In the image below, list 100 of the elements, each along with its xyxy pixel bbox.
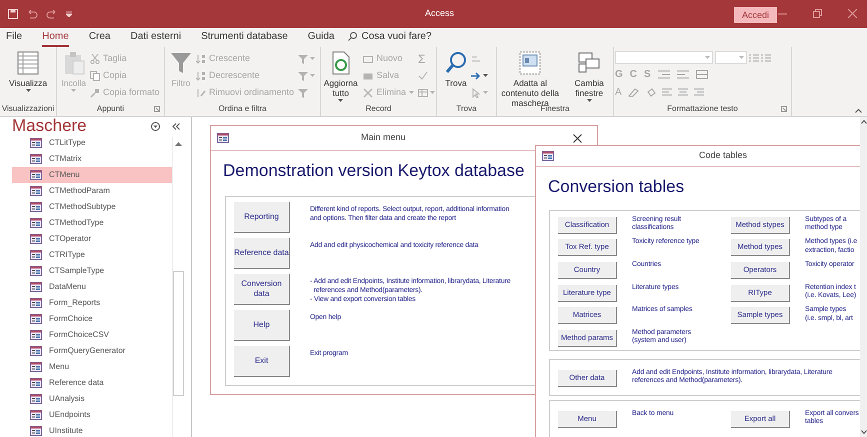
form-icon xyxy=(30,170,42,180)
datasheet-icon xyxy=(17,51,39,75)
option-button[interactable]: Reporting xyxy=(233,200,289,232)
save-icon xyxy=(8,9,18,19)
clipboard-icon xyxy=(62,51,85,75)
form-list-item[interactable]: CTLitType xyxy=(12,135,172,151)
window-title: Main menu xyxy=(361,131,406,144)
windows-icon xyxy=(578,51,600,75)
scroll-up-icon xyxy=(860,120,866,124)
sort-descending-icon xyxy=(196,71,206,81)
option-button[interactable]: Help xyxy=(233,308,289,340)
form-list-item[interactable]: CTOperator xyxy=(12,231,172,247)
ribbon-button[interactable]: Aggiorna tutto xyxy=(322,51,360,103)
caret-icon xyxy=(483,74,488,78)
form-list-item[interactable]: CTSampleType xyxy=(12,263,172,279)
form-icon xyxy=(30,154,42,164)
caret-icon xyxy=(409,91,414,95)
search-field[interactable]: Cosa vuoi fare? xyxy=(348,29,442,47)
form-list-item[interactable]: FormQueryGenerator xyxy=(12,343,172,359)
ribbon-tab[interactable]: Dati esterni xyxy=(130,30,182,47)
cross-icon xyxy=(363,88,374,98)
search-icon xyxy=(445,51,467,75)
clear-sort-icon xyxy=(196,88,206,98)
funnel-icon xyxy=(298,54,308,64)
form-icon xyxy=(30,218,42,228)
form-icon xyxy=(30,186,42,196)
form-icon xyxy=(30,266,42,276)
form-icon xyxy=(519,51,542,75)
form-list-item[interactable]: CTMenu xyxy=(12,167,172,183)
table-icon xyxy=(696,70,708,79)
form-icon xyxy=(30,298,42,308)
caret-icon xyxy=(71,89,76,93)
launcher-icon xyxy=(154,106,160,112)
form-icon xyxy=(30,138,42,148)
form-icon xyxy=(30,394,42,404)
launcher-icon xyxy=(781,106,787,112)
copy-icon xyxy=(90,71,100,81)
option-button[interactable]: Exit xyxy=(233,344,289,376)
indent-icon xyxy=(658,70,670,79)
form-list-item[interactable]: CTMethodSubtype xyxy=(12,199,172,215)
ribbon-button[interactable]: Trova xyxy=(445,51,467,88)
form-icon xyxy=(30,282,42,292)
scrollbar-thumb[interactable] xyxy=(173,271,184,396)
align-right-icon xyxy=(694,88,704,97)
sort-ascending-icon xyxy=(196,54,206,64)
paint-bucket-icon xyxy=(646,88,656,97)
size-dropdown[interactable] xyxy=(715,51,747,64)
caret-icon xyxy=(739,56,744,60)
arrow-icon xyxy=(471,71,481,81)
funnel-icon xyxy=(298,88,308,98)
ribbon-button[interactable]: Visualizza xyxy=(8,51,48,93)
form-icon xyxy=(30,314,42,324)
form-list-item[interactable]: FormChoice xyxy=(12,311,172,327)
ribbon-tab[interactable]: Crea xyxy=(88,30,110,47)
align-left-icon xyxy=(662,88,672,97)
form-list-item[interactable]: Form_Reports xyxy=(12,295,172,311)
option-button[interactable]: Reference data xyxy=(233,236,289,268)
form-icon xyxy=(30,378,42,388)
form-list-item[interactable]: CTRIType xyxy=(12,247,172,263)
ribbon-button[interactable]: Cambia finestre xyxy=(566,51,612,103)
group-label: Ordina e filtra xyxy=(218,103,267,115)
group-label: Visualizzazioni xyxy=(2,103,54,115)
form-icon xyxy=(30,234,42,244)
new-record-icon xyxy=(363,54,374,64)
refresh-icon xyxy=(330,51,352,75)
close-icon xyxy=(848,9,857,18)
caret-icon xyxy=(705,56,710,60)
form-list-item[interactable]: DataMenu xyxy=(12,279,172,295)
form-list-item[interactable]: UInstitute xyxy=(12,423,172,437)
ribbon-tab[interactable]: Strumenti database xyxy=(201,30,288,47)
replace-icon xyxy=(471,54,481,64)
form-list-item[interactable]: Menu xyxy=(12,359,172,375)
form-icon xyxy=(217,133,229,143)
form-list-item[interactable]: UAnalysis xyxy=(12,391,172,407)
close-icon xyxy=(573,134,582,143)
form-list-item[interactable]: Reference data xyxy=(12,375,172,391)
form-icon xyxy=(30,410,42,420)
form-list-item[interactable]: UEndpoints xyxy=(12,407,172,423)
option-button[interactable]: Conversion data xyxy=(233,272,289,304)
undo-icon xyxy=(26,10,38,18)
form-list-item[interactable]: CTMethodParam xyxy=(12,183,172,199)
form-list-item[interactable]: CTMatrix xyxy=(12,151,172,167)
dropdown-icon xyxy=(151,122,160,131)
caret-icon xyxy=(26,89,30,93)
font-dropdown[interactable] xyxy=(615,51,713,64)
bullet-list-icon xyxy=(749,52,759,62)
ribbon-tab[interactable]: Guida xyxy=(308,30,334,47)
collapse-icon xyxy=(855,108,862,113)
sign-in-button[interactable]: Accedi xyxy=(734,7,778,23)
funnel-icon xyxy=(298,71,308,81)
form-heading: Conversion tables xyxy=(548,176,686,198)
form-list-item[interactable]: FormChoiceCSV xyxy=(12,327,172,343)
save-icon xyxy=(363,71,374,81)
scroll-up-icon xyxy=(175,141,182,146)
form-heading: Demonstration version Keytox database xyxy=(223,160,526,182)
scissors-icon xyxy=(90,54,100,64)
pane-title: Maschere xyxy=(12,117,87,135)
form-list-item[interactable]: CTMethodType xyxy=(12,215,172,231)
ribbon-tab[interactable]: File xyxy=(6,30,22,47)
window-title: Access xyxy=(425,7,454,20)
